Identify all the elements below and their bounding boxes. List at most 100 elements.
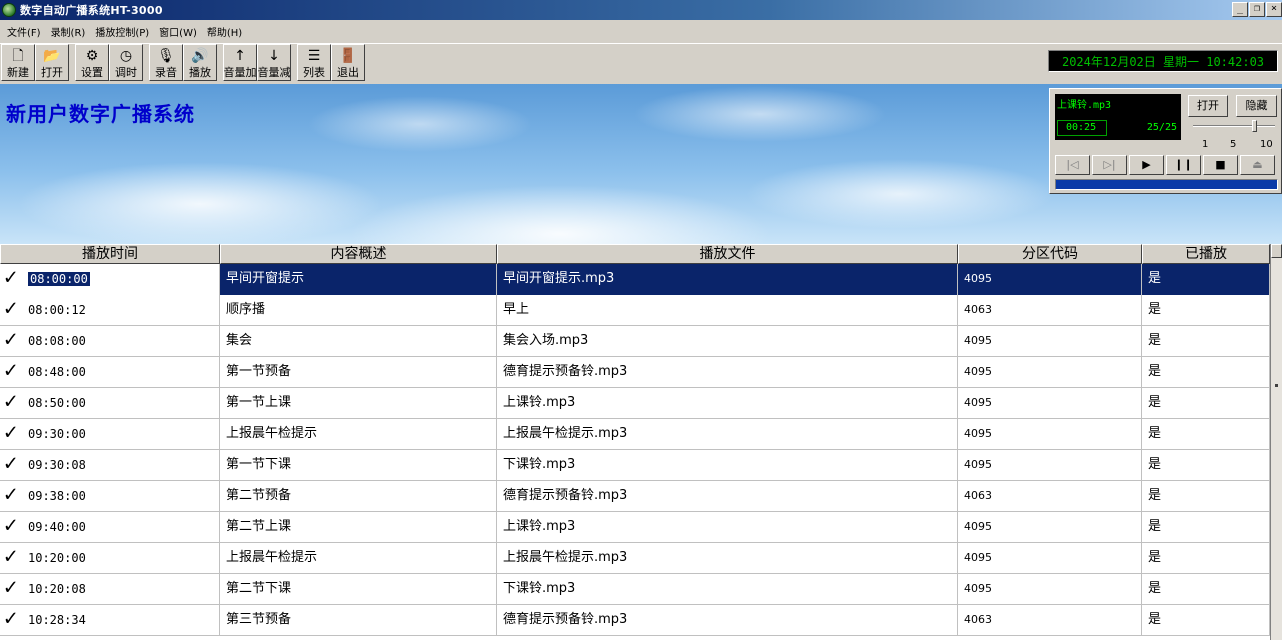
cell-zone[interactable]: 4095 [958, 264, 1142, 295]
list-button[interactable]: ☰ 列表 [297, 44, 331, 81]
cell-time[interactable]: ✓ 08:00:12 [0, 295, 220, 326]
cell-file[interactable]: 下课铃.mp3 [497, 450, 958, 481]
cell-time[interactable]: ✓ 09:30:00 [0, 419, 220, 450]
column-header-played[interactable]: 已播放 [1142, 244, 1270, 264]
eject-button[interactable]: ⏏ [1240, 155, 1275, 175]
cell-zone[interactable]: 4063 [958, 295, 1142, 326]
cell-file[interactable]: 早间开窗提示.mp3 [497, 264, 958, 295]
record-button[interactable]: 🎙 录音 [149, 44, 183, 81]
table-row[interactable]: ✓ 08:00:12 顺序播 早上 4063 是 [0, 295, 1270, 326]
cell-description[interactable]: 上报晨午检提示 [220, 419, 497, 450]
cell-description[interactable]: 第二节下课 [220, 574, 497, 605]
cell-zone[interactable]: 4095 [958, 574, 1142, 605]
cell-zone[interactable]: 4095 [958, 419, 1142, 450]
table-row[interactable]: ✓ 08:08:00 集会 集会入场.mp3 4095 是 [0, 326, 1270, 357]
player-hide-button[interactable]: 隐藏 [1236, 95, 1277, 117]
menu-help[interactable]: 帮助(H) [202, 24, 247, 39]
cell-played[interactable]: 是 [1142, 450, 1270, 481]
cell-time[interactable]: ✓ 08:00:00 [0, 264, 220, 295]
new-button[interactable]: 🗋 新建 [1, 44, 35, 81]
cell-time[interactable]: ✓ 10:20:08 [0, 574, 220, 605]
previous-track-button[interactable]: |◁ [1055, 155, 1090, 175]
cell-zone[interactable]: 4095 [958, 543, 1142, 574]
volume-up-button[interactable]: ↑ 音量加 [223, 44, 257, 81]
cell-description[interactable]: 第二节上课 [220, 512, 497, 543]
minimize-button[interactable]: _ [1232, 2, 1248, 17]
cell-time[interactable]: ✓ 08:48:00 [0, 357, 220, 388]
cell-zone[interactable]: 4095 [958, 512, 1142, 543]
table-row[interactable]: ✓ 08:50:00 第一节上课 上课铃.mp3 4095 是 [0, 388, 1270, 419]
cell-time[interactable]: ✓ 10:28:34 [0, 605, 220, 636]
player-open-button[interactable]: 打开 [1188, 95, 1228, 117]
scroll-up-button[interactable] [1271, 244, 1282, 258]
table-row[interactable]: ✓ 10:20:00 上报晨午检提示 上报晨午检提示.mp3 4095 是 [0, 543, 1270, 574]
column-header-zone[interactable]: 分区代码 [958, 244, 1142, 264]
cell-description[interactable]: 第一节上课 [220, 388, 497, 419]
menu-window[interactable]: 窗口(W) [154, 24, 202, 39]
cell-file[interactable]: 上课铃.mp3 [497, 388, 958, 419]
column-header-time[interactable]: 播放时间 [0, 244, 220, 264]
volume-slider[interactable] [1193, 120, 1275, 132]
cell-time[interactable]: ✓ 09:30:08 [0, 450, 220, 481]
table-row[interactable]: ✓ 10:28:34 第三节预备 德育提示预备铃.mp3 4063 是 [0, 605, 1270, 636]
cell-played[interactable]: 是 [1142, 264, 1270, 295]
cell-played[interactable]: 是 [1142, 512, 1270, 543]
table-row[interactable]: ✓ 09:40:00 第二节上课 上课铃.mp3 4095 是 [0, 512, 1270, 543]
cell-file[interactable]: 德育提示预备铃.mp3 [497, 605, 958, 636]
cell-time[interactable]: ✓ 09:40:00 [0, 512, 220, 543]
cell-description[interactable]: 第一节预备 [220, 357, 497, 388]
cell-time[interactable]: ✓ 08:50:00 [0, 388, 220, 419]
cell-description[interactable]: 顺序播 [220, 295, 497, 326]
cell-zone[interactable]: 4095 [958, 388, 1142, 419]
cell-zone[interactable]: 4095 [958, 450, 1142, 481]
cell-played[interactable]: 是 [1142, 574, 1270, 605]
cell-time[interactable]: ✓ 08:08:00 [0, 326, 220, 357]
table-row[interactable]: ✓ 10:20:08 第二节下课 下课铃.mp3 4095 是 [0, 574, 1270, 605]
table-row[interactable]: ✓ 09:30:00 上报晨午检提示 上报晨午检提示.mp3 4095 是 [0, 419, 1270, 450]
table-row[interactable]: ✓ 08:48:00 第一节预备 德育提示预备铃.mp3 4095 是 [0, 357, 1270, 388]
table-row[interactable]: ✓ 08:00:00 早间开窗提示 早间开窗提示.mp3 4095 是 [0, 264, 1270, 295]
cell-description[interactable]: 集会 [220, 326, 497, 357]
cell-file[interactable]: 上报晨午检提示.mp3 [497, 419, 958, 450]
exit-button[interactable]: 🚪 退出 [331, 44, 365, 81]
cell-file[interactable]: 下课铃.mp3 [497, 574, 958, 605]
cell-played[interactable]: 是 [1142, 326, 1270, 357]
cell-zone[interactable]: 4095 [958, 357, 1142, 388]
column-header-description[interactable]: 内容概述 [220, 244, 497, 264]
cell-file[interactable]: 集会入场.mp3 [497, 326, 958, 357]
cell-zone[interactable]: 4063 [958, 481, 1142, 512]
cell-played[interactable]: 是 [1142, 605, 1270, 636]
cell-description[interactable]: 第二节预备 [220, 481, 497, 512]
settings-button[interactable]: ⚙ 设置 [75, 44, 109, 81]
play-track-button[interactable]: ▶ [1129, 155, 1164, 175]
cell-played[interactable]: 是 [1142, 543, 1270, 574]
menu-file[interactable]: 文件(F) [2, 24, 46, 39]
play-button[interactable]: 🔊 播放 [183, 44, 217, 81]
vertical-scrollbar[interactable] [1270, 244, 1282, 640]
cell-played[interactable]: 是 [1142, 419, 1270, 450]
cell-played[interactable]: 是 [1142, 388, 1270, 419]
cell-played[interactable]: 是 [1142, 481, 1270, 512]
cell-description[interactable]: 第一节下课 [220, 450, 497, 481]
cell-file[interactable]: 德育提示预备铃.mp3 [497, 357, 958, 388]
restore-button[interactable]: ❐ [1249, 2, 1265, 17]
cell-file[interactable]: 早上 [497, 295, 958, 326]
close-button[interactable]: × [1266, 2, 1282, 17]
cell-file[interactable]: 德育提示预备铃.mp3 [497, 481, 958, 512]
open-button[interactable]: 📂 打开 [35, 44, 69, 81]
cell-played[interactable]: 是 [1142, 357, 1270, 388]
cell-file[interactable]: 上课铃.mp3 [497, 512, 958, 543]
volume-slider-thumb[interactable] [1252, 120, 1257, 132]
stop-button[interactable]: ■ [1203, 155, 1238, 175]
cell-description[interactable]: 上报晨午检提示 [220, 543, 497, 574]
cell-time[interactable]: ✓ 10:20:00 [0, 543, 220, 574]
cell-file[interactable]: 上报晨午检提示.mp3 [497, 543, 958, 574]
cell-played[interactable]: 是 [1142, 295, 1270, 326]
volume-down-button[interactable]: ↓ 音量减 [257, 44, 291, 81]
menu-record[interactable]: 录制(R) [46, 24, 91, 39]
cell-zone[interactable]: 4095 [958, 326, 1142, 357]
table-row[interactable]: ✓ 09:30:08 第一节下课 下课铃.mp3 4095 是 [0, 450, 1270, 481]
cell-time[interactable]: ✓ 09:38:00 [0, 481, 220, 512]
next-track-button[interactable]: ▷| [1092, 155, 1127, 175]
pause-button[interactable]: ❙❙ [1166, 155, 1201, 175]
